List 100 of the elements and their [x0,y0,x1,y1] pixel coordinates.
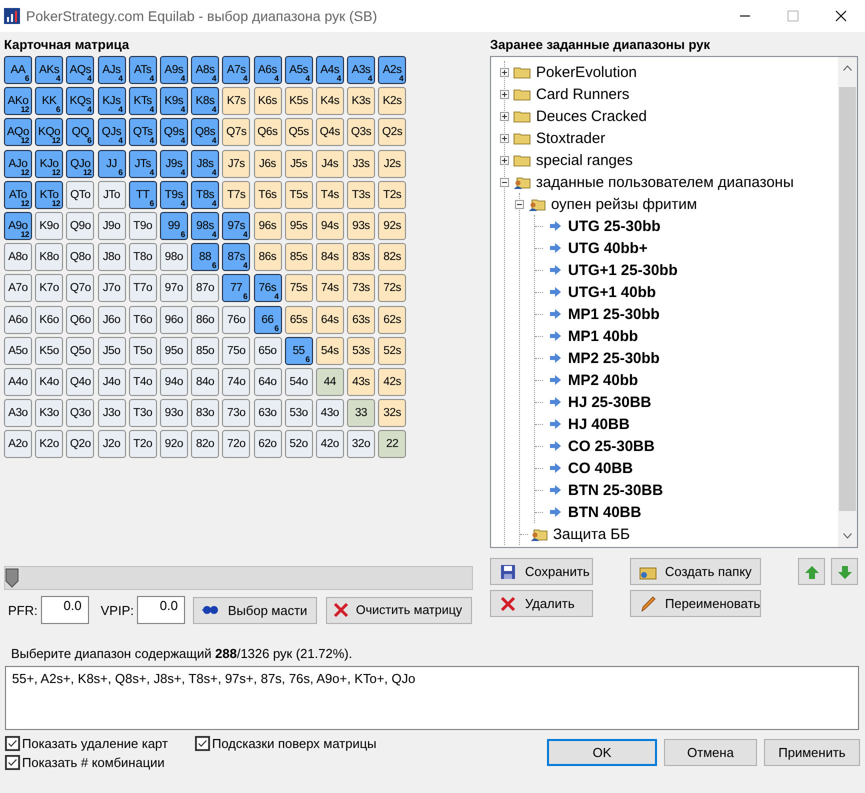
hand-cell[interactable]: T5o [128,336,157,365]
hand-cell[interactable]: QJs 4 [98,118,126,146]
hand-cell[interactable]: 87o [191,274,220,302]
hand-cell[interactable]: J4s [316,150,344,178]
hand-cell[interactable]: T2o [128,430,157,458]
scroll-down-icon[interactable] [843,533,852,539]
hand-cell[interactable]: A5s 4 [284,56,313,84]
hand-cell[interactable]: 83o [191,399,220,428]
scrollbar-thumb[interactable] [839,87,856,511]
collapse-icon[interactable] [500,178,509,186]
hand-cell[interactable]: A9s 4 [160,56,188,84]
hand-cell[interactable]: J5o [98,336,126,365]
hand-cell[interactable]: A8s 4 [191,56,220,84]
hand-cell[interactable]: 84o [191,368,220,396]
hand-cell[interactable]: Q7s [222,118,250,146]
new-folder-button[interactable]: Создать папку [630,558,761,585]
hand-cell[interactable]: 93s [347,212,376,240]
hand-cell[interactable]: KJs 4 [98,87,126,116]
hand-cell[interactable]: AA 6 [4,56,32,84]
hand-cell[interactable]: TT 6 [128,180,157,209]
hand-cell[interactable]: 54s [316,336,344,365]
hand-cell[interactable]: T4o [128,368,157,396]
hand-cell[interactable]: J2o [98,430,126,458]
tree-item[interactable]: заданные пользователем диапазоны [536,174,794,190]
hand-cell[interactable]: K5o [35,336,64,365]
hand-cell[interactable]: A3s 4 [347,56,376,84]
hand-cell[interactable]: T7o [128,274,157,302]
hand-cell[interactable]: 54o [284,368,313,396]
checkbox[interactable] [5,736,20,752]
hand-cell[interactable]: KQs 4 [66,87,94,116]
hand-cell[interactable]: 96o [160,306,188,334]
hand-cell[interactable]: 82o [191,430,220,458]
hand-cell[interactable]: 86o [191,306,220,334]
hand-cell[interactable]: J7o [98,274,126,302]
hand-cell[interactable]: A3o [4,399,32,428]
slider-thumb[interactable] [5,568,19,588]
tree-item[interactable]: CO 40BB [568,460,634,476]
hand-cell[interactable]: T3o [128,399,157,428]
hand-cell[interactable]: 64o [254,368,282,396]
dialog-button[interactable]: Отмена [664,739,757,766]
hand-cell[interactable]: T8s 4 [191,180,220,209]
hand-cell[interactable]: 32s [378,399,406,428]
hand-cell[interactable]: T6o [128,306,157,334]
hand-cell[interactable]: K8o [35,243,64,272]
hand-cell[interactable]: J6s [254,150,282,178]
number-field[interactable]: 0.0 [40,596,89,624]
hand-cell[interactable]: 65s [284,306,313,334]
hand-cell[interactable]: 84s [316,243,344,272]
hand-cell[interactable]: ATs 4 [128,56,157,84]
hand-cell[interactable]: JTs 4 [128,150,157,178]
hand-cell[interactable]: K3s [347,87,376,116]
hand-cell[interactable]: 97o [160,274,188,302]
tree-item[interactable]: оупен рейзы фритим [551,196,698,212]
hand-cell[interactable]: Q2o [66,430,94,458]
hand-cell[interactable]: 94s [316,212,344,240]
hand-cell[interactable]: Q5o [66,336,94,365]
hand-cell[interactable]: 52o [284,430,313,458]
hand-cell[interactable]: 53o [284,399,313,428]
hand-cell[interactable]: AJo 12 [4,150,32,178]
hand-cell[interactable]: Q9o [66,212,94,240]
hand-cell[interactable]: A4o [4,368,32,396]
hand-cell[interactable]: T8o [128,243,157,272]
hand-cell[interactable]: K9o [35,212,64,240]
tree-item[interactable]: UTG 25-30bb [568,218,661,234]
scroll-up-icon[interactable] [843,65,852,71]
tree-item[interactable]: UTG+1 40bb [568,284,656,300]
tree-item[interactable]: HJ 40BB [568,416,630,432]
hand-cell[interactable]: T9s 4 [160,180,188,209]
hand-cell[interactable]: 74o [222,368,250,396]
hand-cell[interactable]: KTo 12 [35,180,64,209]
hand-cell[interactable]: 55 6 [284,336,313,365]
hand-cell[interactable]: QQ 6 [66,118,94,146]
hand-cell[interactable]: A2o [4,430,32,458]
hand-cell[interactable]: AKo 12 [4,87,32,116]
hand-cell[interactable]: A4s 4 [316,56,344,84]
suit-button[interactable]: Выбор масти [192,596,317,624]
hand-cell[interactable]: K3o [35,399,64,428]
hand-cell[interactable]: A5o [4,336,32,365]
hand-cell[interactable]: 92o [160,430,188,458]
hand-cell[interactable]: K2s [378,87,406,116]
hand-cell[interactable]: 94o [160,368,188,396]
hand-cell[interactable]: 96s [254,212,282,240]
expand-icon[interactable] [500,68,509,76]
hand-cell[interactable]: 22 [378,430,406,458]
hand-cell[interactable]: J7s [222,150,250,178]
hand-cell[interactable]: 98s 4 [191,212,220,240]
hand-cell[interactable]: Q9s 4 [160,118,188,146]
scrollbar[interactable] [838,57,857,547]
hand-cell[interactable]: 75s [284,274,313,302]
hand-cell[interactable]: 63o [254,399,282,428]
hand-cell[interactable]: 32o [347,430,376,458]
hand-cell[interactable]: J8o [98,243,126,272]
hand-cell[interactable]: ATo 12 [4,180,32,209]
hand-cell[interactable]: Q2s [378,118,406,146]
hand-cell[interactable]: Q3s [347,118,376,146]
tree-item[interactable]: BTN 25-30BB [568,482,664,498]
hand-cell[interactable]: K7o [35,274,64,302]
clear-button[interactable]: Очистить матрицу [326,596,472,624]
tree-item[interactable]: MP2 40bb [568,372,638,388]
hand-cell[interactable]: T6s [254,180,282,209]
